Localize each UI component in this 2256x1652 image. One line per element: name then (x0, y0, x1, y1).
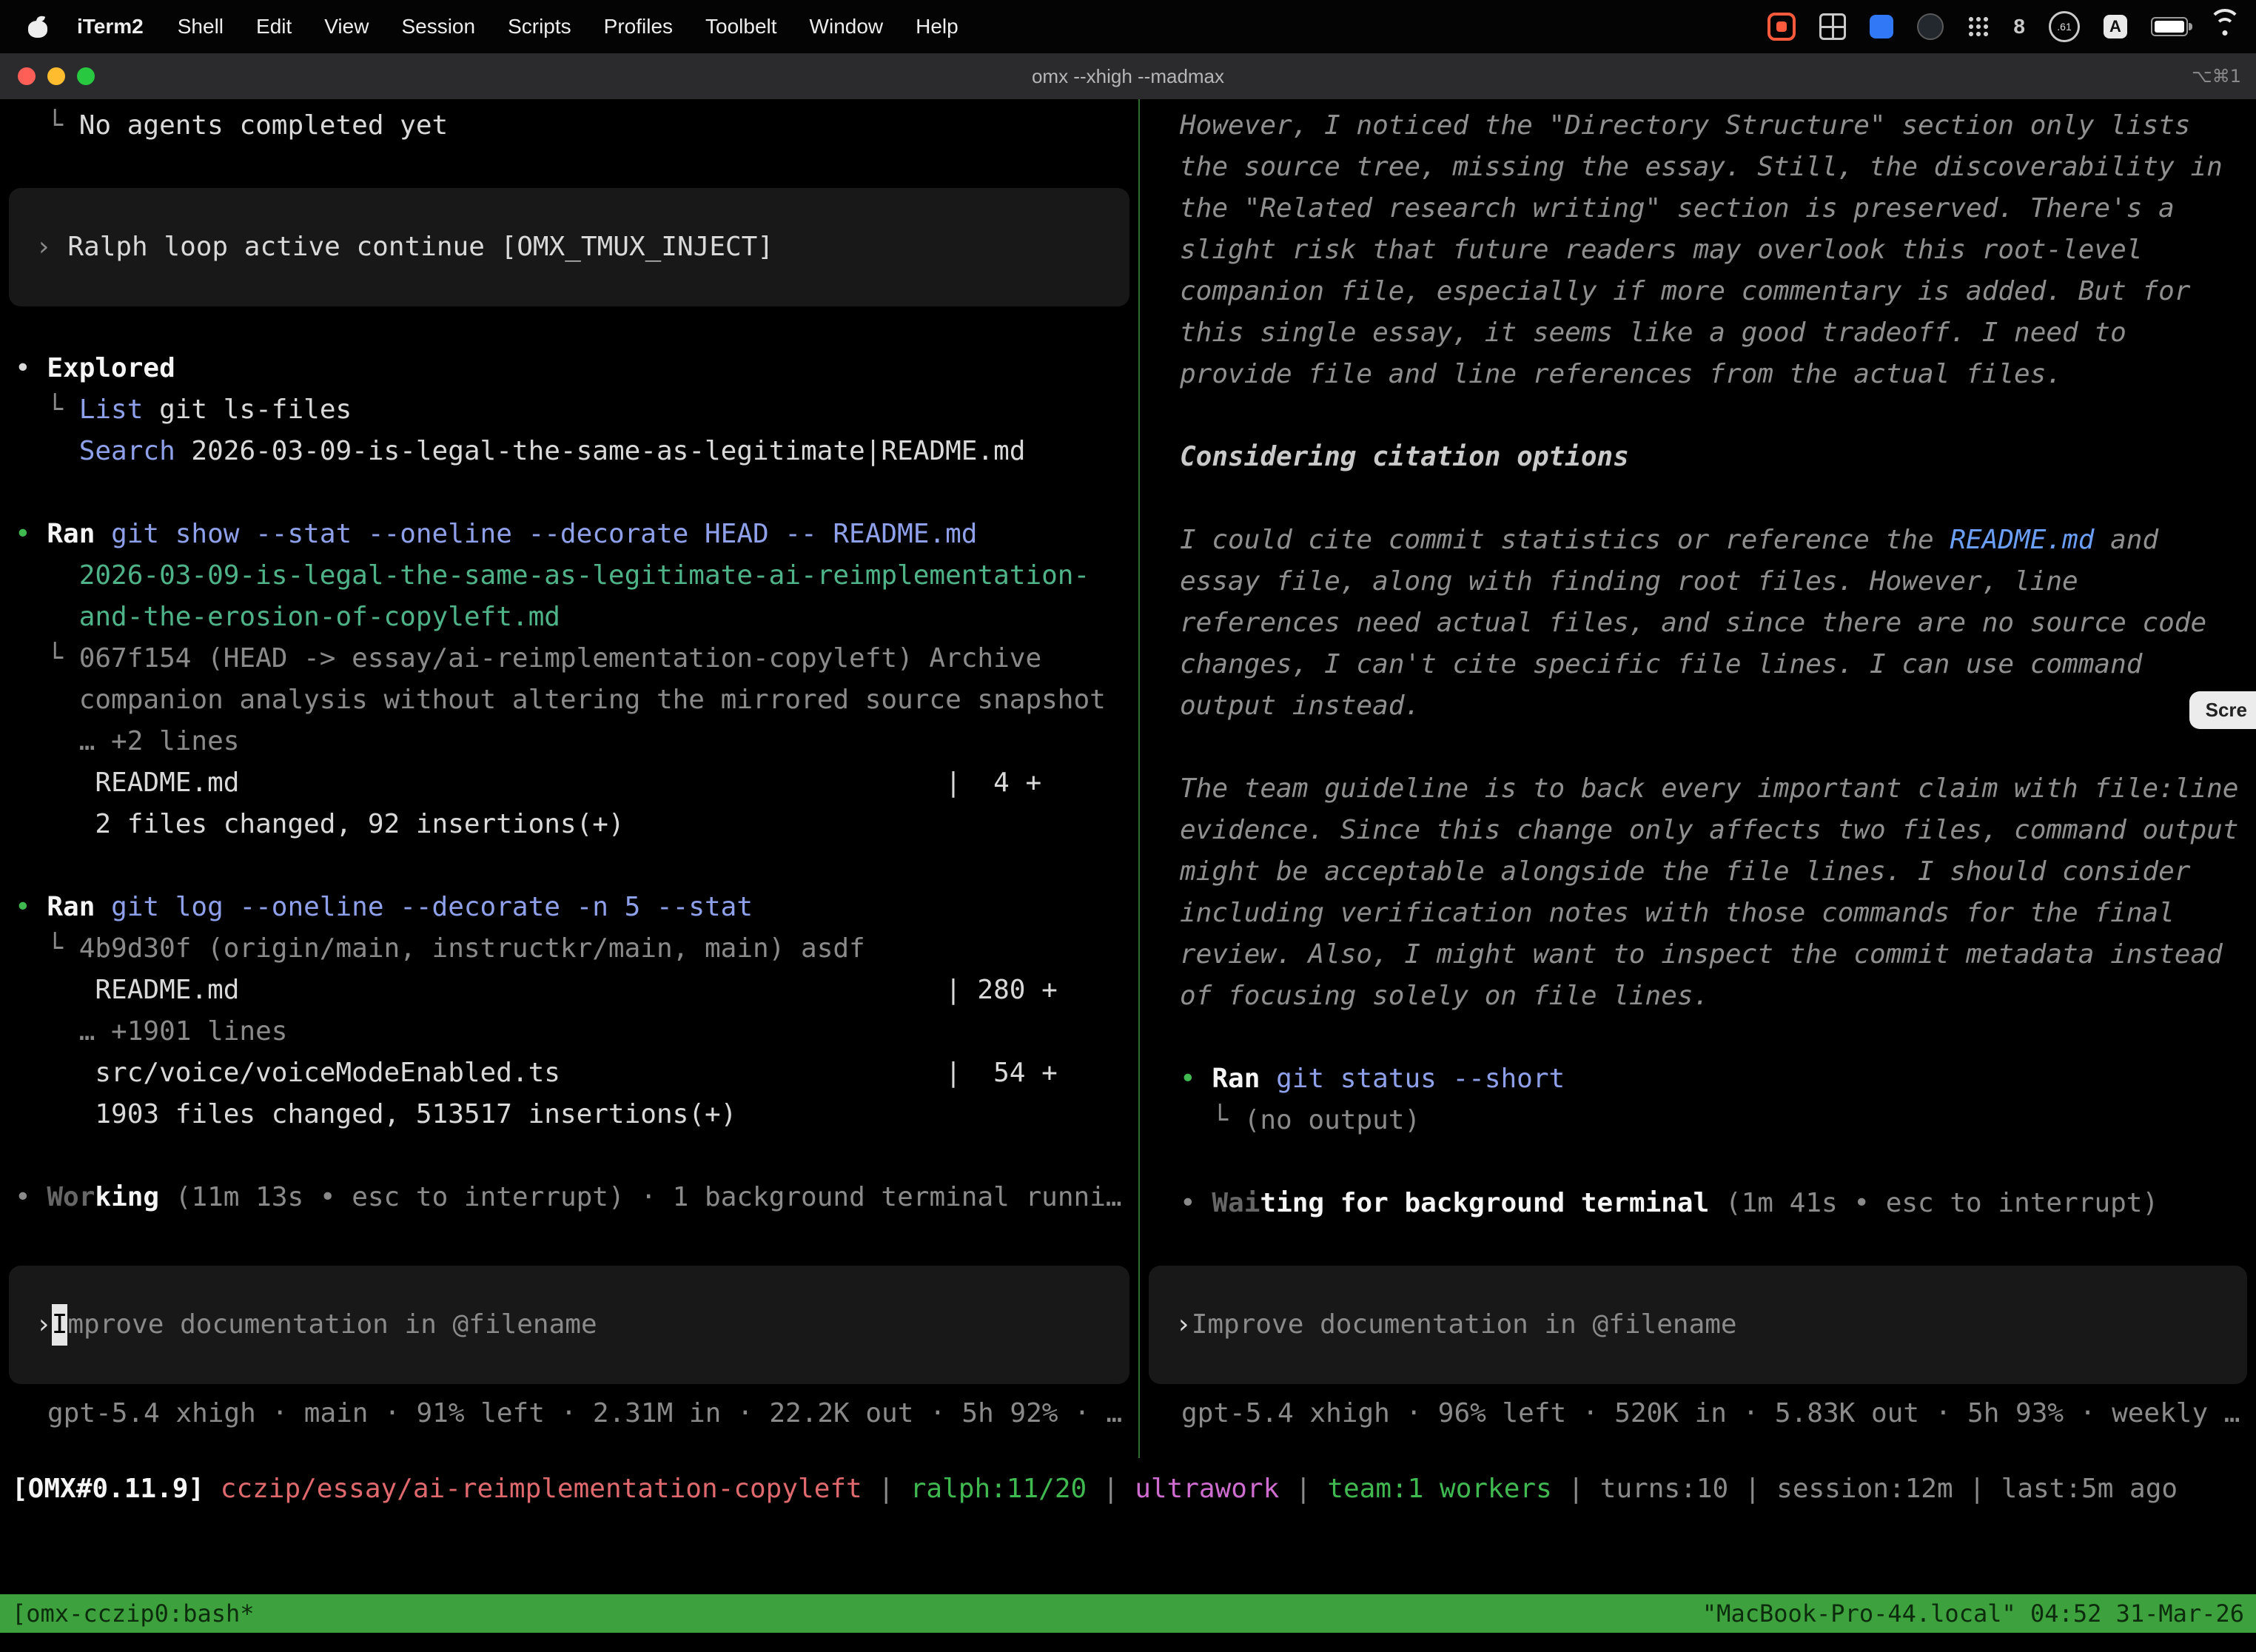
terminal-line: Considering citation options (1180, 437, 2256, 478)
terminal-line: 2 files changed, 92 insertions(+) (15, 804, 1138, 845)
tmux-host-clock: "MacBook-Pro-44.local" 04:52 31-Mar-26 (1702, 1599, 2244, 1628)
terminal-line: … +1901 lines (15, 1011, 1138, 1052)
tmux-status-bar[interactable]: [omx-cczip0:bash* "MacBook-Pro-44.local"… (0, 1594, 2256, 1633)
menu-bar-status-icons: 8 .61 A (1767, 11, 2238, 42)
terminal-line: of focusing solely on file lines. (1180, 976, 2256, 1017)
terminal-line: companion file, especially if more comme… (1180, 271, 2256, 312)
pane-left-statusline: gpt-5.4 xhigh · main · 91% left · 2.31M … (0, 1393, 1138, 1434)
blue-app-icon[interactable] (1870, 15, 1893, 38)
menu-scripts[interactable]: Scripts (491, 15, 588, 38)
numeral-8-icon[interactable]: 8 (2013, 15, 2025, 38)
terminal-line: references need actual files, and since … (1180, 602, 2256, 644)
terminal-line: Search 2026-03-09-is-legal-the-same-as-l… (15, 431, 1138, 472)
app-grid-icon[interactable] (1967, 16, 1990, 38)
terminal-line: evidence. Since this change only affects… (1180, 810, 2256, 851)
text-cursor: I (52, 1304, 68, 1346)
terminal-line: provide file and line references from th… (1180, 354, 2256, 395)
macos-menu-bar: iTerm2 ShellEditViewSessionScriptsProfil… (0, 0, 2256, 53)
input-text: Improve documentation in @filename (1192, 1304, 1737, 1346)
terminal-line: • Explored (15, 348, 1138, 389)
menu-view[interactable]: View (308, 15, 385, 38)
terminal-line: └ No agents completed yet (15, 105, 1138, 147)
window-title-bar: omx --xhigh --madmax ⌥⌘1 (0, 53, 2256, 99)
terminal-line: output instead. (1180, 685, 2256, 727)
terminal-line: • Ran git show --stat --oneline --decora… (15, 514, 1138, 555)
terminal-line: README.md | 280 + (15, 970, 1138, 1011)
terminal-line: changes, I can't cite specific file line… (1180, 644, 2256, 685)
dark-app-icon[interactable] (1917, 13, 1944, 40)
menu-help[interactable]: Help (899, 15, 975, 38)
wifi-icon[interactable] (2212, 16, 2238, 37)
zoom-button[interactable] (77, 67, 95, 85)
terminal-line: this single essay, it seems like a good … (1180, 312, 2256, 354)
terminal-line: 1903 files changed, 513517 insertions(+) (15, 1094, 1138, 1135)
screen-share-chip[interactable]: Scre (2189, 691, 2256, 729)
close-button[interactable] (18, 67, 36, 85)
prompt-chevron: › (36, 1304, 52, 1346)
terminal-line: and-the-erosion-of-copyleft.md (15, 597, 1138, 638)
terminal-line: might be acceptable alongside the file l… (1180, 851, 2256, 893)
menu-app-name[interactable]: iTerm2 (59, 15, 161, 38)
input-text: mprove documentation in @filename (67, 1304, 597, 1346)
pane-right-stream: However, I noticed the "Directory Struct… (1140, 99, 2256, 1224)
terminal-pane-right[interactable]: However, I noticed the "Directory Struct… (1140, 99, 2256, 1458)
terminal-line: • Working (11m 13s • esc to interrupt) ·… (15, 1177, 1138, 1218)
minimize-button[interactable] (47, 67, 65, 85)
terminal-line: I could cite commit statistics or refere… (1180, 520, 2256, 561)
menu-bar-left: iTerm2 ShellEditViewSessionScriptsProfil… (0, 15, 975, 38)
terminal-line: src/voice/voiceModeEnabled.ts | 54 + (15, 1052, 1138, 1094)
window-manager-icon[interactable] (1819, 13, 1846, 40)
terminal-line: companion analysis without altering the … (15, 679, 1138, 721)
menu-shell[interactable]: Shell (161, 15, 240, 38)
apple-menu-icon[interactable] (28, 16, 47, 38)
menu-edit[interactable]: Edit (240, 15, 308, 38)
omx-status-line: [OMX#0.11.9] cczip/essay/ai-reimplementa… (0, 1468, 2256, 1510)
terminal-line: … +2 lines (15, 721, 1138, 762)
terminal-line: the source tree, missing the essay. Stil… (1180, 147, 2256, 188)
prompt-input-left[interactable]: › Improve documentation in @filename (9, 1266, 1129, 1384)
screen-recording-icon[interactable] (1767, 13, 1796, 41)
menu-window[interactable]: Window (793, 15, 900, 38)
terminal-line: README.md | 4 + (15, 762, 1138, 804)
window-controls (18, 67, 95, 85)
terminal-line: the "Related research writing" section i… (1180, 188, 2256, 229)
menu-session[interactable]: Session (385, 15, 491, 38)
battery-icon[interactable] (2151, 17, 2188, 36)
pane-right-statusline: gpt-5.4 xhigh · 96% left · 520K in · 5.8… (1140, 1393, 2256, 1434)
terminal-line: └ 4b9d30f (origin/main, instructkr/main,… (15, 928, 1138, 970)
terminal-line: including verification notes with those … (1180, 893, 2256, 934)
terminal-line: essay file, along with finding root file… (1180, 561, 2256, 602)
terminal-line: • Ran git log --oneline --decorate -n 5 … (15, 887, 1138, 928)
screen: iTerm2 ShellEditViewSessionScriptsProfil… (0, 0, 2256, 1652)
terminal-line: └ (no output) (1180, 1100, 2256, 1141)
window-title: omx --xhigh --madmax (0, 65, 2256, 88)
tmux-session-window[interactable]: [omx-cczip0:bash* (12, 1599, 255, 1628)
menu-bar-menus: ShellEditViewSessionScriptsProfilesToolb… (161, 15, 975, 38)
terminal-area: └ No agents completed yet › Ralph loop ac… (0, 99, 2256, 1458)
terminal-line: slight risk that future readers may over… (1180, 229, 2256, 271)
gauge-icon[interactable]: .61 (2049, 11, 2080, 42)
terminal-line: • Waiting for background terminal (1m 41… (1180, 1183, 2256, 1224)
menu-toolbelt[interactable]: Toolbelt (689, 15, 793, 38)
menu-profiles[interactable]: Profiles (588, 15, 689, 38)
terminal-line: The team guideline is to back every impo… (1180, 768, 2256, 810)
terminal-line: └ List git ls-files (15, 389, 1138, 431)
terminal-line: • Ran git status --short (1180, 1058, 2256, 1100)
window-shortcut-badge: ⌥⌘1 (2192, 66, 2241, 87)
inject-banner: › Ralph loop active continue [OMX_TMUX_I… (9, 188, 1129, 306)
terminal-line: However, I noticed the "Directory Struct… (1180, 105, 2256, 147)
input-source-icon[interactable]: A (2104, 15, 2127, 38)
terminal-line: └ 067f154 (HEAD -> essay/ai-reimplementa… (15, 638, 1138, 679)
prompt-input-right[interactable]: › Improve documentation in @filename (1149, 1266, 2247, 1384)
terminal-line: review. Also, I might want to inspect th… (1180, 934, 2256, 976)
terminal-line: 2026-03-09-is-legal-the-same-as-legitima… (15, 555, 1138, 597)
terminal-pane-left[interactable]: └ No agents completed yet › Ralph loop ac… (0, 99, 1140, 1458)
pane-left-stream: └ No agents completed yet › Ralph loop ac… (0, 99, 1138, 1218)
prompt-chevron: › (1175, 1304, 1192, 1346)
